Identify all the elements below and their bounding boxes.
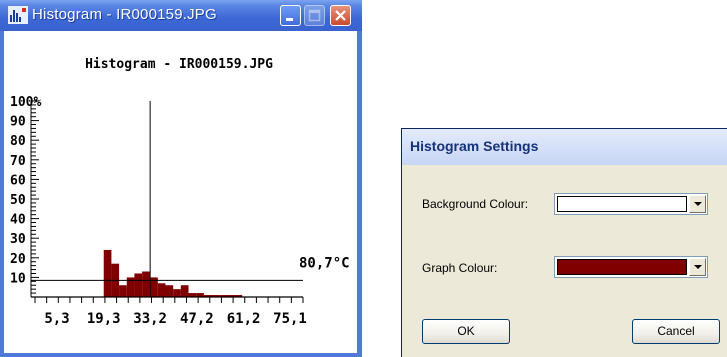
x-tick-label: 19,3	[87, 311, 121, 327]
threshold-label: 80,7°C	[299, 255, 350, 271]
background-colour-select[interactable]	[554, 193, 708, 215]
y-tick-label: 100%	[10, 95, 41, 110]
histogram-bar	[119, 285, 127, 297]
background-colour-dropdown-button[interactable]	[689, 195, 706, 213]
chevron-down-icon	[694, 202, 702, 206]
y-tick-label: 80	[10, 134, 26, 149]
graph-colour-dropdown-button[interactable]	[689, 258, 706, 276]
histogram-bar	[157, 283, 166, 297]
y-tick-label: 70	[10, 154, 26, 169]
minimize-button[interactable]	[280, 5, 301, 26]
graph-colour-select[interactable]	[554, 256, 708, 278]
close-icon	[335, 10, 346, 21]
histogram-bar	[103, 249, 112, 297]
x-tick-label: 47,2	[180, 311, 214, 327]
chart-markers: 80,7°C	[31, 101, 350, 297]
histogram-bar	[180, 285, 189, 297]
histogram-settings-dialog: Histogram Settings Background Colour: Gr…	[401, 128, 727, 357]
y-axis: 10 20 30 40 50 60 70 80 90 100%	[10, 95, 41, 298]
background-colour-label: Background Colour:	[422, 197, 529, 211]
y-tick-label: 60	[10, 173, 26, 188]
histogram-bar	[173, 289, 181, 297]
x-tick-label: 61,2	[227, 311, 261, 327]
cancel-button[interactable]: Cancel	[632, 319, 720, 344]
chart-title: Histogram - IR000159.JPG	[85, 57, 273, 72]
histogram-app-icon	[8, 6, 28, 24]
y-tick-label: 30	[10, 232, 26, 247]
histogram-chart: Histogram - IR000159.JPG 10 20 30 40 50 60 70 8…	[10, 57, 350, 327]
y-tick-label: 10	[10, 271, 26, 286]
dialog-title: Histogram Settings	[410, 138, 539, 154]
x-tick-label: 5,3	[44, 311, 69, 327]
graph-colour-swatch	[557, 259, 687, 275]
x-tick-label: 33,2	[133, 311, 167, 327]
background-colour-swatch	[557, 196, 687, 212]
histogram-titlebar[interactable]: Histogram - IR000159.JPG	[0, 0, 362, 31]
x-tick-label: 75,1	[273, 311, 307, 327]
y-tick-label: 90	[10, 115, 26, 130]
maximize-icon	[308, 9, 321, 22]
histogram-bar	[142, 271, 150, 297]
chevron-down-icon	[694, 265, 702, 269]
histogram-bar	[134, 273, 143, 297]
y-tick-label: 40	[10, 213, 26, 228]
graph-colour-label: Graph Colour:	[422, 261, 498, 275]
histogram-window: Histogram - IR000159.JPG Histogram - IR0…	[0, 0, 362, 357]
maximize-button[interactable]	[304, 5, 325, 26]
ok-button[interactable]: OK	[422, 319, 510, 344]
x-axis: 5,3 19,3 33,2 47,2 61,2 75,1	[31, 296, 307, 327]
window-title: Histogram - IR000159.JPG	[32, 6, 217, 23]
histogram-client-area: Histogram - IR000159.JPG 10 20 30 40 50 60 70 8…	[4, 31, 357, 353]
histogram-bar	[165, 285, 174, 297]
close-button[interactable]	[330, 5, 351, 26]
histogram-bars	[103, 249, 243, 297]
y-tick-label: 50	[10, 193, 26, 208]
y-tick-label: 20	[10, 252, 26, 267]
dialog-titlebar[interactable]: Histogram Settings	[402, 129, 727, 165]
minimize-icon	[286, 18, 293, 21]
